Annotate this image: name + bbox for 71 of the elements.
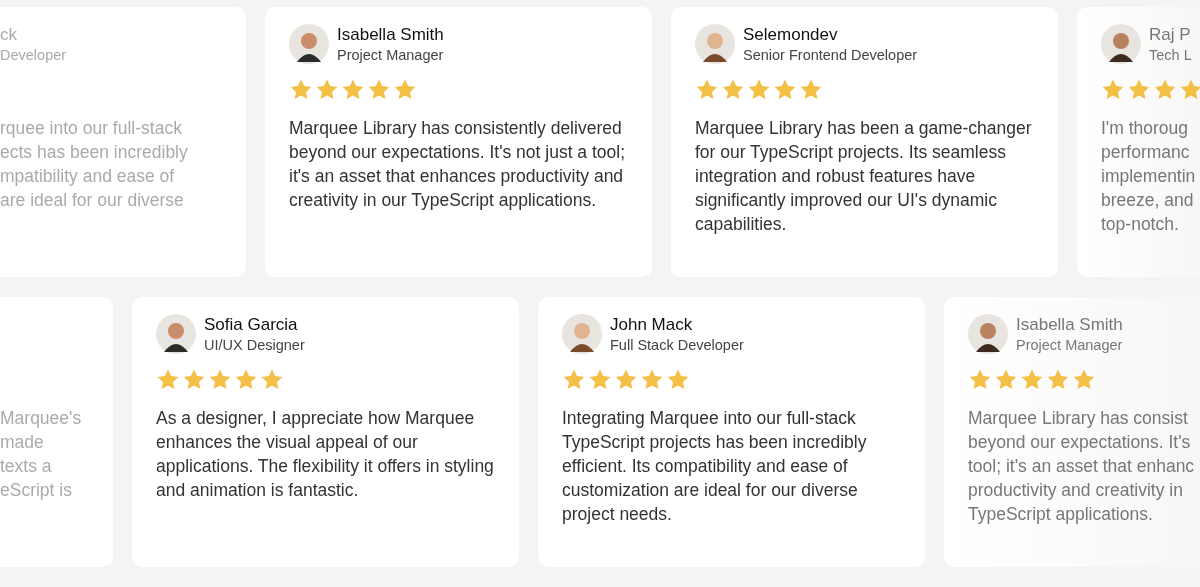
star-icon	[1127, 78, 1151, 102]
reviewer-name: Raj P	[1149, 25, 1192, 45]
review-text-line: texts a	[0, 455, 52, 478]
star-icon	[1153, 78, 1177, 102]
review-text: Marquee Library has been a game-changer for our TypeScript projects. Its seamless integration and robust features have significantly improved our UI's dynamic capabilities.	[695, 117, 1033, 236]
review-text-line: Marquee Library has consist	[968, 407, 1188, 430]
star-icon	[315, 78, 339, 102]
reviewer-role: Project Manager	[1016, 337, 1123, 353]
review-text-line: eScript is	[0, 479, 72, 502]
star-icon	[1072, 368, 1096, 392]
star-icon	[695, 78, 719, 102]
star-icon	[182, 368, 206, 392]
review-text-line: beyond our expectations. It's	[968, 431, 1191, 454]
review-text-line: I'm thoroug	[1101, 117, 1188, 140]
review-text-line: top-notch.	[1101, 213, 1179, 236]
star-icon	[614, 368, 638, 392]
review-text: Marquee Library has consistently delivered beyond our expectations. It's not just a tool; it's an asset that enhances productivity and creativity in our TypeScript applications.	[289, 117, 627, 212]
reviewer-name: Sofia Garcia	[204, 315, 299, 335]
review-text-line: tool; it's an asset that enhanc	[968, 455, 1195, 478]
star-icon	[747, 78, 771, 102]
star-icon	[1101, 78, 1125, 102]
reviewer-name: ck	[0, 25, 18, 45]
review-text-line: mpatibility and ease of	[0, 165, 175, 188]
star-icon	[156, 368, 180, 392]
reviewer-name: Isabella Smith	[1016, 315, 1123, 335]
star-icon	[260, 368, 284, 392]
avatar	[289, 24, 329, 64]
reviewer-name: Isabella Smith	[337, 25, 444, 45]
star-icon	[994, 368, 1018, 392]
star-icon	[393, 78, 417, 102]
star-icon	[666, 368, 690, 392]
reviewer-role: UI/UX Designer	[204, 337, 305, 353]
star-icon	[640, 368, 664, 392]
avatar	[1101, 24, 1141, 64]
avatar	[968, 314, 1008, 354]
review-text-line: Marquee's	[0, 407, 82, 430]
star-icon	[208, 368, 232, 392]
review-text-line: TypeScript applications.	[968, 503, 1153, 526]
star-icon	[1020, 368, 1044, 392]
review-text-line: productivity and creativity in	[968, 479, 1183, 502]
star-icon	[367, 78, 391, 102]
star-icon	[1046, 368, 1070, 392]
avatar	[156, 314, 196, 354]
star-icon	[968, 368, 992, 392]
star-icon	[721, 78, 745, 102]
star-icon	[588, 368, 612, 392]
review-text-line: implementin	[1101, 165, 1196, 188]
star-icon	[773, 78, 797, 102]
review-text: Integrating Marquee into our full-stack TypeScript projects has been incredibly efficient. Its compatibility and ease of customization are ideal for our diverse project needs.	[562, 407, 868, 526]
reviewer-name: John Mack	[610, 315, 694, 335]
avatar	[562, 314, 602, 354]
review-text-line: are ideal for our diverse	[0, 189, 184, 212]
avatar	[695, 24, 735, 64]
reviewer-role: Developer	[0, 47, 67, 63]
star-icon	[289, 78, 313, 102]
star-icon	[1179, 78, 1200, 102]
reviewer-role: Senior Frontend Developer	[743, 47, 918, 63]
review-text-line: ects has been incredibly	[0, 141, 188, 164]
review-text-line: breeze, and	[1101, 189, 1194, 212]
review-text-line: rquee into our full-stack	[0, 117, 182, 140]
reviewer-name: Selemondev	[743, 25, 839, 45]
review-text: As a designer, I appreciate how Marquee enhances the visual appeal of our applications. The flexibility it offers in styling and animation is fantastic.	[156, 407, 495, 502]
review-text-line: made	[0, 431, 44, 454]
review-text-line: performanc	[1101, 141, 1190, 164]
star-icon	[341, 78, 365, 102]
star-icon	[562, 368, 586, 392]
star-icon	[799, 78, 823, 102]
reviewer-role: Full Stack Developer	[610, 337, 744, 353]
reviewer-role: Project Manager	[337, 47, 444, 63]
reviewer-role: Tech L	[1149, 47, 1192, 63]
star-icon	[234, 368, 258, 392]
